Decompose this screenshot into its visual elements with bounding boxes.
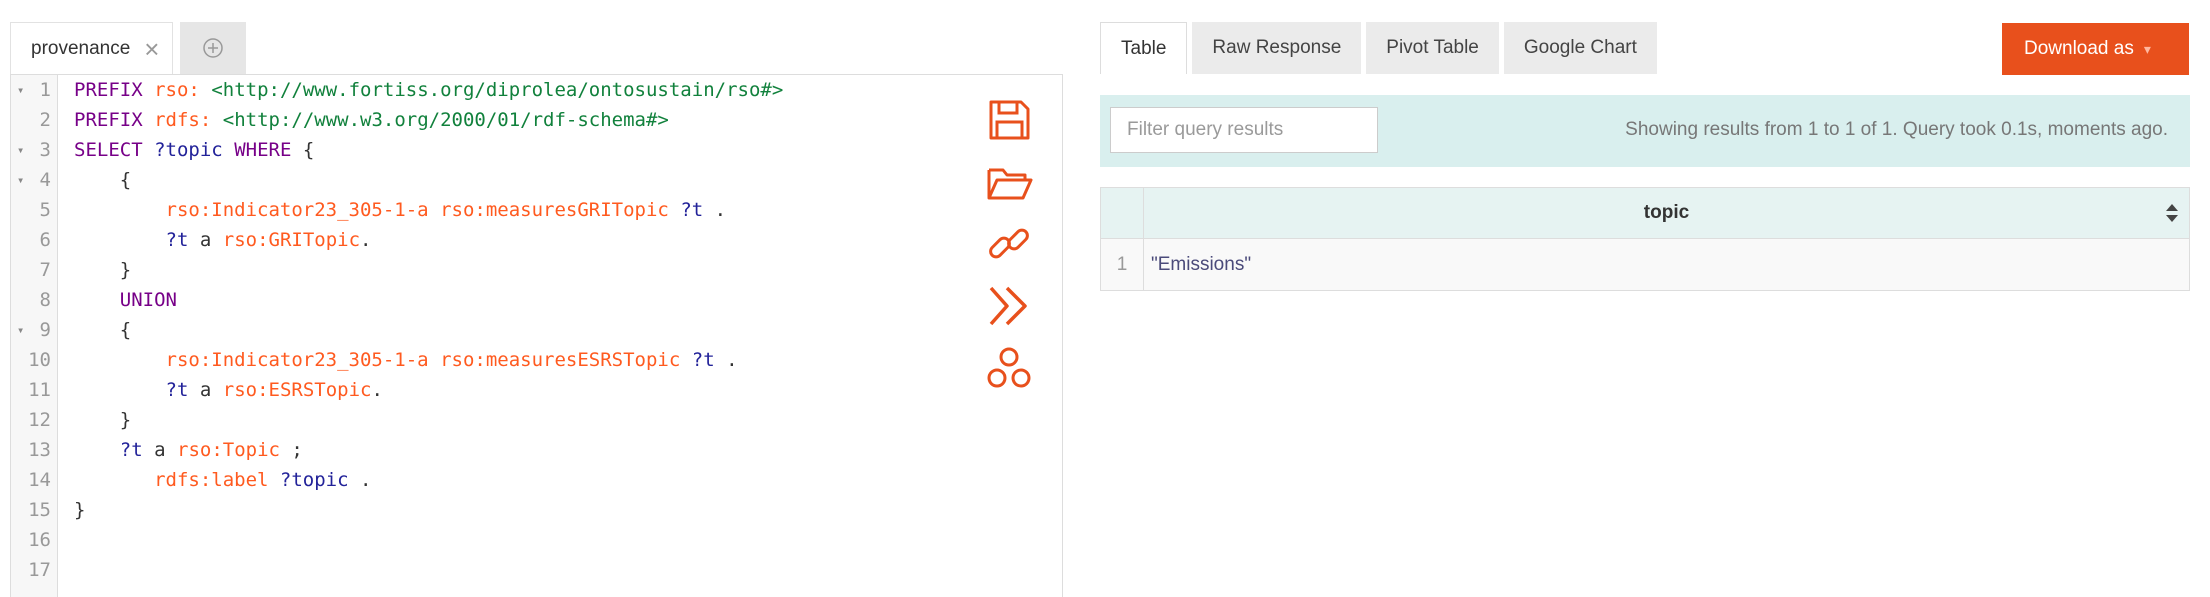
- line-number: 5: [39, 199, 51, 221]
- tab-google-chart[interactable]: Google Chart: [1503, 22, 1657, 74]
- link-icon[interactable]: [985, 220, 1033, 268]
- column-header-label: topic: [1643, 202, 1690, 223]
- code-line-2: PREFIX rdfs: <http://www.w3.org/2000/01/…: [74, 109, 669, 131]
- code-line-1: PREFIX rso: <http://www.fortiss.org/dipr…: [74, 79, 784, 101]
- chevron-down-icon: ▾: [2143, 40, 2151, 57]
- line-number: 12: [28, 409, 51, 431]
- graph-nodes-icon[interactable]: [985, 344, 1033, 392]
- download-as-button[interactable]: Download as ▾: [2002, 23, 2189, 75]
- code-line-10: rso:Indicator23_305-1-a rso:measuresESRS…: [165, 349, 738, 371]
- line-number: 15: [28, 499, 51, 521]
- line-number: 13: [28, 439, 51, 461]
- line-number: 17: [28, 559, 51, 581]
- query-tab[interactable]: provenance ×: [10, 22, 173, 74]
- plus-circle-icon: [203, 38, 223, 58]
- close-tab-icon[interactable]: ×: [144, 36, 159, 62]
- line-number: 8: [39, 289, 51, 311]
- line-number: 11: [28, 379, 51, 401]
- cell-topic[interactable]: "Emissions": [1143, 238, 2190, 291]
- line-number: 10: [28, 349, 51, 371]
- code-line-5: rso:Indicator23_305-1-a rso:measuresGRIT…: [165, 199, 727, 221]
- line-number: 7: [39, 259, 51, 281]
- open-folder-icon[interactable]: [985, 158, 1033, 206]
- line-number: 14: [28, 469, 51, 491]
- table-row: 1 "Emissions": [1100, 238, 2190, 291]
- code-line-6: ?t a rso:GRITopic.: [165, 229, 372, 251]
- results-table: topic 1 "Emissions": [1100, 187, 2190, 291]
- execute-query-icon[interactable]: [985, 282, 1033, 330]
- line-number: 6: [39, 229, 51, 251]
- result-tab-bar: Table Raw Response Pivot Table Google Ch…: [1100, 22, 1662, 74]
- query-editor[interactable]: PREFIX rso: <http://www.fortiss.org/dipr…: [10, 74, 1063, 597]
- table-header-row: topic: [1100, 187, 2190, 239]
- download-as-label: Download as: [2024, 38, 2134, 59]
- code-line-9: {: [119, 319, 132, 341]
- code-line-4: {: [119, 169, 132, 191]
- code-line-12: }: [119, 409, 132, 431]
- line-number: 1: [39, 79, 51, 101]
- line-number: 4: [39, 169, 51, 191]
- code-line-11: ?t a rso:ESRSTopic.: [165, 379, 383, 401]
- column-header-topic[interactable]: topic: [1143, 187, 2190, 239]
- query-tab-bar: provenance ×: [10, 22, 246, 74]
- tab-pivot-table[interactable]: Pivot Table: [1366, 22, 1499, 74]
- code-line-13: ?t a rso:Topic ;: [119, 439, 303, 461]
- code-line-14: rdfs:label ?topic .: [154, 469, 372, 491]
- code-line-3: SELECT ?topic WHERE {: [74, 139, 315, 161]
- results-status-text: Showing results from 1 to 1 of 1. Query …: [1625, 119, 2168, 140]
- code-line-8: UNION: [119, 289, 177, 311]
- save-icon[interactable]: [985, 96, 1033, 144]
- row-index: 1: [1100, 238, 1144, 291]
- line-number: 2: [39, 109, 51, 131]
- row-index-header: [1100, 187, 1144, 239]
- line-number: 9: [39, 319, 51, 341]
- tab-raw-response[interactable]: Raw Response: [1192, 22, 1362, 74]
- sort-icon[interactable]: [2165, 202, 2179, 224]
- code-line-7: }: [119, 259, 132, 281]
- line-number: 16: [28, 529, 51, 551]
- code-line-15: }: [74, 499, 86, 521]
- query-tab-label: provenance: [31, 37, 131, 59]
- tab-table[interactable]: Table: [1100, 22, 1188, 74]
- filter-results-input[interactable]: [1110, 107, 1378, 153]
- add-tab-button[interactable]: [180, 22, 246, 74]
- results-filter-bar: Showing results from 1 to 1 of 1. Query …: [1100, 95, 2190, 167]
- line-number: 3: [39, 139, 51, 161]
